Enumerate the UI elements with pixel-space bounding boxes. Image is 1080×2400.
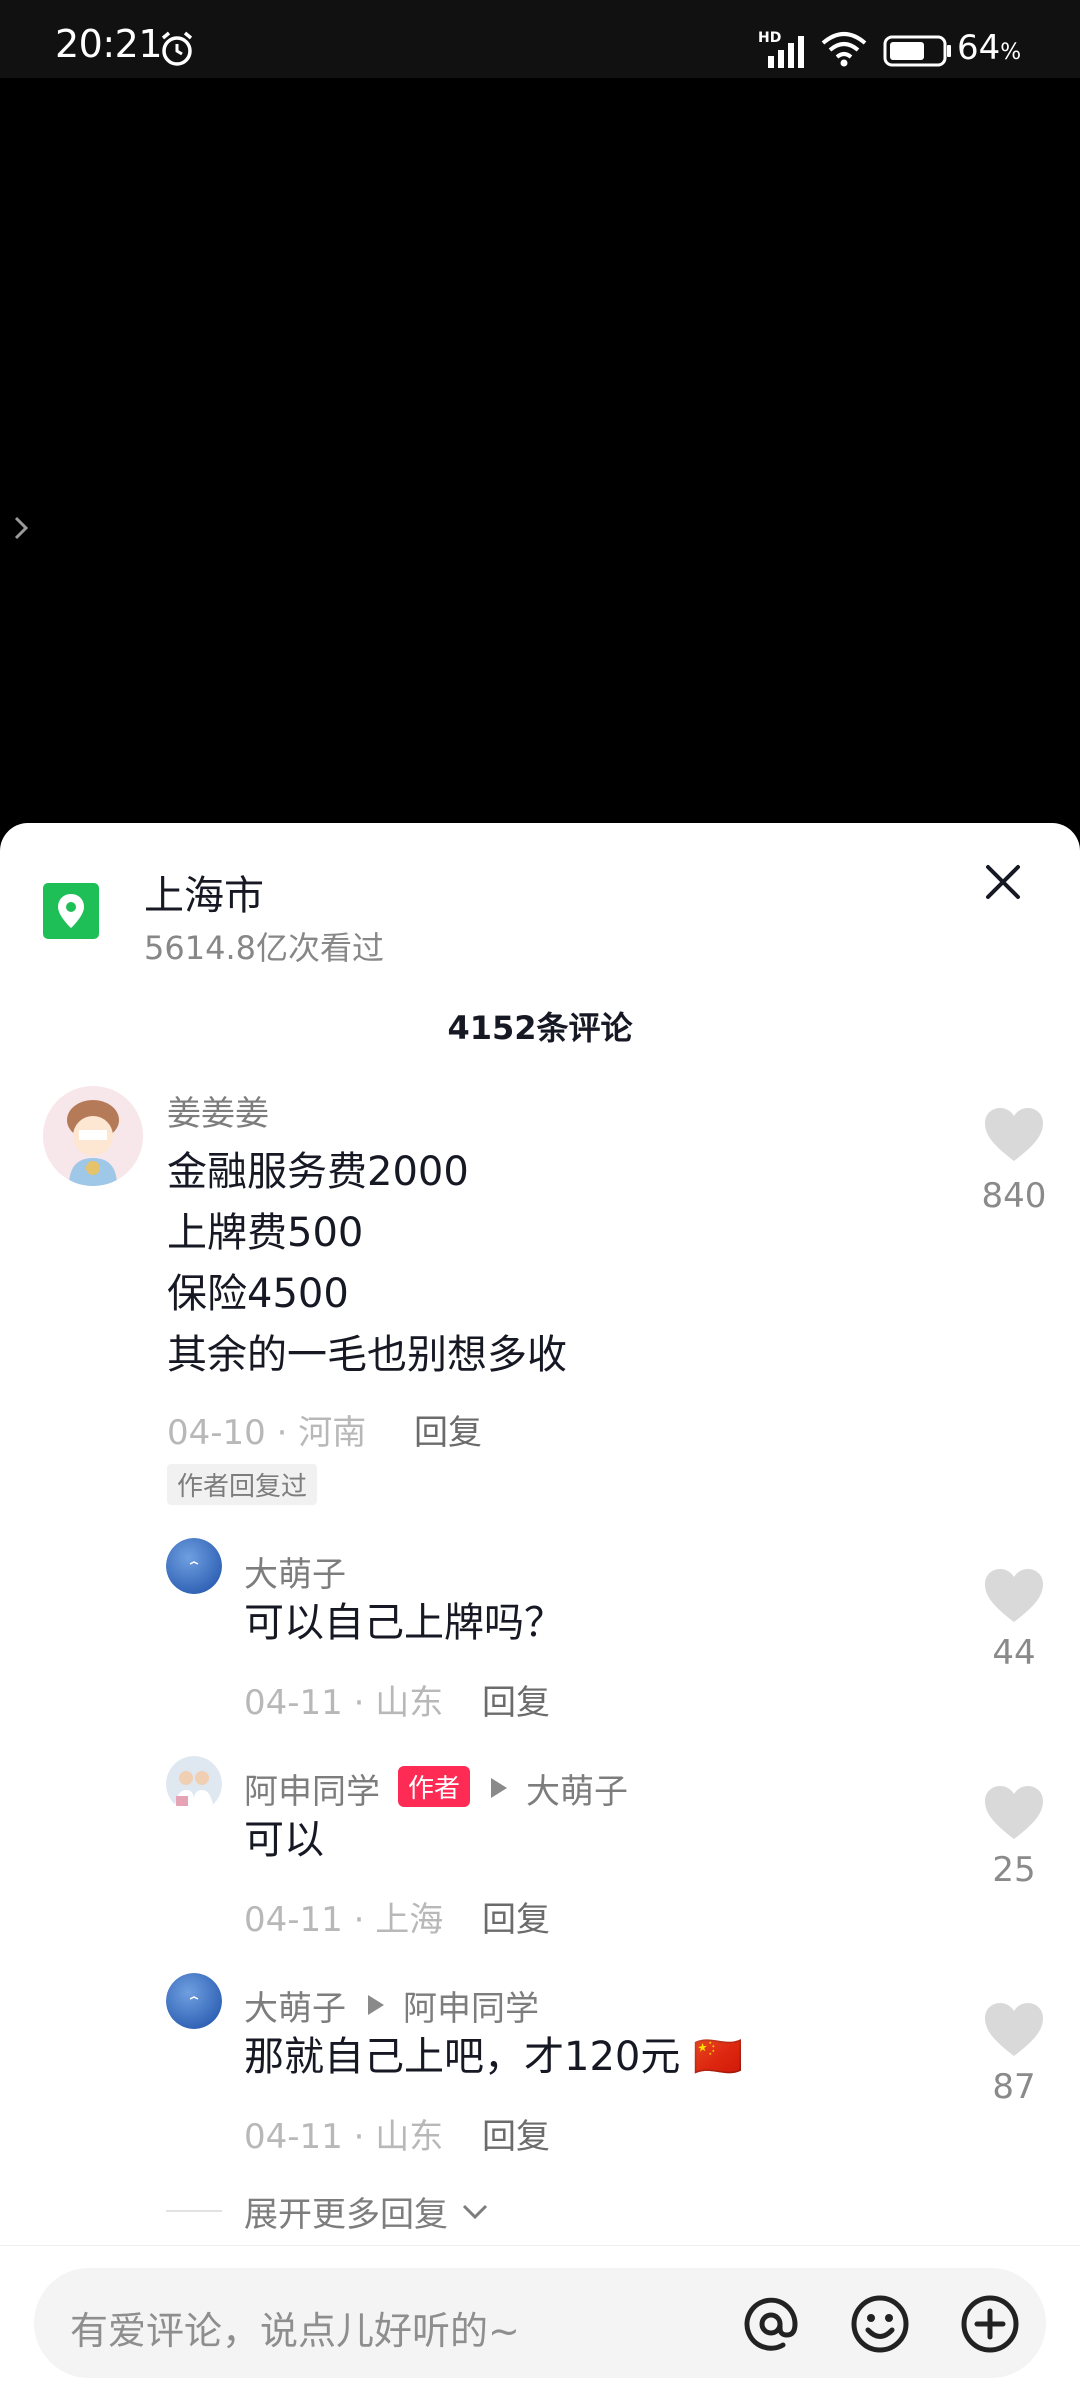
- like-count: 840: [981, 1176, 1047, 1216]
- battery-percent: 64%: [957, 28, 1022, 68]
- comment-line-1: 金融服务费2000: [167, 1149, 469, 1195]
- like-count: 25: [992, 1850, 1036, 1890]
- reply-meta: 04-11 · 山东: [244, 1683, 444, 1723]
- avatar[interactable]: [166, 1756, 222, 1812]
- comment-line-2: 上牌费500: [167, 1210, 364, 1256]
- avatar[interactable]: [166, 1538, 222, 1594]
- reply-region: 山东: [375, 1683, 444, 1723]
- chevron-right-icon[interactable]: [10, 510, 34, 546]
- status-bar: 20:21 HD 64%: [0, 0, 1080, 78]
- signal-icon: [768, 36, 804, 68]
- reply-button[interactable]: 回复: [482, 1675, 550, 1724]
- reply-button[interactable]: 回复: [482, 2109, 550, 2158]
- reply-to-user[interactable]: 大萌子: [526, 1764, 628, 1813]
- reply-text: 可以: [244, 1817, 324, 1863]
- battery-icon: [883, 35, 951, 67]
- author-replied-tag: 作者回复过: [167, 1464, 318, 1505]
- like-count: 87: [992, 2067, 1036, 2107]
- reply-region: 山东: [375, 2117, 444, 2157]
- reply-text: 可以自己上牌吗？: [244, 1600, 564, 1646]
- like-count: 44: [992, 1633, 1036, 1673]
- comment-sheet: 上海市 5614.8亿次看过 4152条评论 姜姜姜 金融服务费2000 上牌费…: [0, 823, 1080, 2400]
- reply-date: 04-11: [244, 1683, 343, 1723]
- comment-line-4: 其余的一毛也别想多收: [167, 1332, 567, 1378]
- reply-author[interactable]: 阿申同学: [244, 1764, 380, 1813]
- reply-region: 上海: [375, 1900, 444, 1940]
- alarm-icon: [161, 31, 193, 66]
- emoji-icon[interactable]: [849, 2293, 911, 2355]
- reply-meta: 04-11 · 上海: [244, 1900, 444, 1940]
- reply-date: 04-11: [244, 1900, 343, 1940]
- heart-icon[interactable]: [983, 1785, 1045, 1841]
- status-time: 20:21: [55, 22, 163, 66]
- location-icon[interactable]: [43, 883, 99, 939]
- reply-text: 那就自己上吧，才120元 🇨🇳: [244, 2034, 743, 2080]
- close-icon[interactable]: [980, 859, 1026, 905]
- comment-meta: 04-10 · 河南: [167, 1413, 367, 1453]
- reply-to-arrow-icon: [491, 1778, 507, 1798]
- expand-more-replies-button[interactable]: 展开更多回复: [244, 2187, 448, 2236]
- heart-icon[interactable]: [983, 2002, 1045, 2058]
- reply-author[interactable]: 大萌子: [244, 1547, 346, 1596]
- chevron-down-icon[interactable]: [460, 2199, 490, 2223]
- location-title[interactable]: 上海市: [144, 863, 264, 921]
- author-badge: 作者: [398, 1766, 471, 1807]
- reply-button[interactable]: 回复: [414, 1405, 482, 1454]
- reply-date: 04-11: [244, 2117, 343, 2157]
- wifi-icon: [821, 32, 867, 67]
- heart-icon[interactable]: [983, 1568, 1045, 1624]
- comment-count: 4152条评论: [447, 1009, 633, 1047]
- reply-to-arrow-icon: [368, 1995, 384, 2015]
- reply-author[interactable]: 大萌子: [244, 1981, 346, 2030]
- comment-input[interactable]: 有爱评论，说点儿好听的~: [34, 2268, 1046, 2378]
- comment-line-3: 保险4500: [167, 1271, 349, 1317]
- divider: [166, 2210, 222, 2212]
- location-views: 5614.8亿次看过: [144, 929, 384, 967]
- add-icon[interactable]: [959, 2293, 1021, 2355]
- comment-date: 04-10: [167, 1413, 266, 1453]
- comment-input-bar: 有爱评论，说点儿好听的~: [0, 2245, 1080, 2400]
- reply-meta: 04-11 · 山东: [244, 2117, 444, 2157]
- comment-input-placeholder: 有爱评论，说点儿好听的~: [70, 2309, 520, 2353]
- at-icon[interactable]: [740, 2293, 802, 2355]
- reply-to-user[interactable]: 阿申同学: [403, 1981, 539, 2030]
- comment-author[interactable]: 姜姜姜: [167, 1086, 269, 1135]
- video-area[interactable]: [0, 78, 1080, 823]
- avatar[interactable]: [166, 1973, 222, 2029]
- heart-icon[interactable]: [983, 1107, 1045, 1163]
- avatar[interactable]: [43, 1086, 143, 1186]
- reply-button[interactable]: 回复: [482, 1892, 550, 1941]
- comment-region: 河南: [298, 1413, 367, 1453]
